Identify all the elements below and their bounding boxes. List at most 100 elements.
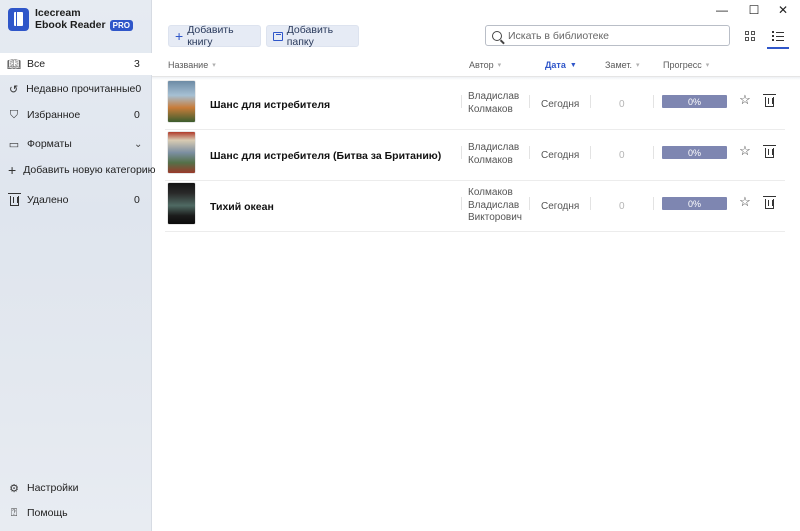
sort-arrow-icon: ▼ <box>569 61 577 69</box>
app-logo: Icecream Ebook Reader PRO <box>8 7 133 31</box>
column-divider <box>461 146 462 159</box>
table-header: Название ▾ Автор ▾ Дата ▼ Замет. ▾ Прогресс ▾ <box>152 52 800 77</box>
author-line: Владислав <box>468 91 520 102</box>
author-line: Колмаков <box>468 187 513 198</box>
author-line: Викторович <box>468 212 523 223</box>
search-input[interactable] <box>508 29 708 42</box>
minimize-button[interactable]: — <box>712 2 732 18</box>
sidebar-item-label: Избранное <box>27 109 81 121</box>
delete-trash-icon[interactable] <box>761 143 777 159</box>
grid-view-button[interactable] <box>739 25 761 47</box>
favorite-star-icon[interactable]: ☆ <box>737 143 753 159</box>
column-divider <box>529 146 530 159</box>
column-divider <box>653 95 654 108</box>
column-header-label: Дата <box>545 60 566 70</box>
add-folder-button[interactable]: Добавить папку <box>266 24 359 48</box>
chevron-down-icon[interactable]: ⌄ <box>134 139 152 150</box>
sidebar-item-all[interactable]: 📖︎ Все 3 <box>0 53 152 75</box>
trash-icon <box>7 193 21 206</box>
grid-icon <box>744 30 756 42</box>
list-icon <box>772 30 784 42</box>
table-row[interactable]: Шанс для истребителя (Битва за Британию)… <box>165 130 785 181</box>
add-book-label: Добавить книгу <box>187 24 234 48</box>
add-book-button[interactable]: + Добавить книгу <box>168 24 261 48</box>
sidebar-item-add-category[interactable]: + Добавить новую категорию <box>0 159 156 181</box>
history-icon: ↺ <box>8 83 19 96</box>
column-divider <box>590 146 591 159</box>
plus-icon: + <box>175 28 184 44</box>
book-date: Сегодня <box>541 99 580 110</box>
search-icon <box>492 30 502 41</box>
active-view-indicator <box>767 47 789 49</box>
column-header-progress[interactable]: Прогресс ▾ <box>663 60 709 70</box>
plus-icon: + <box>8 162 17 178</box>
sidebar-item-favorites[interactable]: ⛉ Избранное 0 <box>0 104 152 126</box>
book-title: Тихий океан <box>210 201 274 213</box>
sidebar-item-deleted[interactable]: Удалено 0 <box>0 189 152 211</box>
close-button[interactable]: ✕ <box>773 2 793 18</box>
column-header-notes[interactable]: Замет. ▾ <box>605 60 639 70</box>
sidebar-item-count: 0 <box>135 83 142 95</box>
column-header-name[interactable]: Название ▾ <box>168 60 216 70</box>
table-row[interactable]: Тихий океан Колмаков Владислав Викторови… <box>165 181 785 232</box>
sidebar-item-recent[interactable]: ↺ Недавно прочитанные 0 <box>0 78 152 100</box>
delete-trash-icon[interactable] <box>761 194 777 210</box>
author-line: Колмаков <box>468 103 513 115</box>
bookmark-icon: ⛉ <box>9 108 19 121</box>
book-date: Сегодня <box>541 201 580 212</box>
favorite-star-icon[interactable]: ☆ <box>737 92 753 108</box>
pro-badge: PRO <box>109 19 133 31</box>
column-divider <box>653 146 654 159</box>
sort-arrow-icon: ▾ <box>635 62 640 69</box>
column-header-author[interactable]: Автор ▾ <box>469 60 501 70</box>
sort-arrow-icon: ▾ <box>705 62 710 69</box>
table-row[interactable]: Шанс для истребителя Владислав Колмаков … <box>165 79 785 130</box>
list-view-button[interactable] <box>767 25 789 47</box>
sidebar-item-label: Помощь <box>27 507 68 519</box>
sort-arrow-icon: ▾ <box>497 62 502 69</box>
sidebar-item-formats[interactable]: ▭ Форматы ⌄ <box>0 133 152 155</box>
book-notes-count: 0 <box>619 201 625 212</box>
column-header-label: Замет. <box>605 60 632 70</box>
book-author: Владислав Колмаков <box>468 91 519 116</box>
author-line: Колмаков <box>468 154 513 166</box>
progress-bar: 0% <box>662 95 727 108</box>
book-notes-count: 0 <box>619 150 625 161</box>
folder-plus-icon <box>273 31 283 41</box>
sidebar-item-label: Форматы <box>27 138 72 150</box>
book-author: Колмаков Владислав Викторович <box>468 187 522 225</box>
column-divider <box>529 95 530 108</box>
sidebar-item-label: Настройки <box>27 482 79 494</box>
maximize-button[interactable]: ☐ <box>744 2 764 18</box>
help-icon: ⍰ <box>10 506 18 519</box>
book-icon: 📖︎ <box>7 58 21 71</box>
book-cover[interactable] <box>168 81 195 122</box>
delete-trash-icon[interactable] <box>761 92 777 108</box>
book-title: Шанс для истребителя <box>210 99 331 111</box>
column-divider <box>529 197 530 210</box>
column-divider <box>590 95 591 108</box>
sidebar-item-label: Удалено <box>27 194 69 206</box>
sidebar-item-count: 0 <box>134 109 140 121</box>
column-header-date[interactable]: Дата ▼ <box>545 60 577 70</box>
progress-bar: 0% <box>662 197 727 210</box>
sort-arrow-icon: ▾ <box>212 62 216 69</box>
sidebar-item-label: Недавно прочитанные <box>26 83 136 95</box>
book-cover[interactable] <box>168 132 195 173</box>
gear-icon: ⚙ <box>9 482 19 495</box>
book-date: Сегодня <box>541 150 580 161</box>
app-logo-icon <box>8 7 29 31</box>
search-box[interactable] <box>485 25 730 46</box>
sidebar-item-label: Все <box>27 58 46 70</box>
sidebar-item-settings[interactable]: ⚙ Настройки <box>0 477 152 499</box>
folder-icon: ▭ <box>8 138 20 151</box>
book-notes-count: 0 <box>619 99 625 110</box>
favorite-star-icon[interactable]: ☆ <box>737 194 753 210</box>
book-author: Владислав Колмаков <box>468 142 519 167</box>
sidebar-item-help[interactable]: ⍰ Помощь <box>0 502 152 524</box>
sidebar-item-count: 3 <box>134 58 140 70</box>
author-line: Владислав <box>468 142 520 153</box>
column-divider <box>461 197 462 210</box>
column-header-label: Прогресс <box>663 60 702 70</box>
book-cover[interactable] <box>168 183 195 224</box>
